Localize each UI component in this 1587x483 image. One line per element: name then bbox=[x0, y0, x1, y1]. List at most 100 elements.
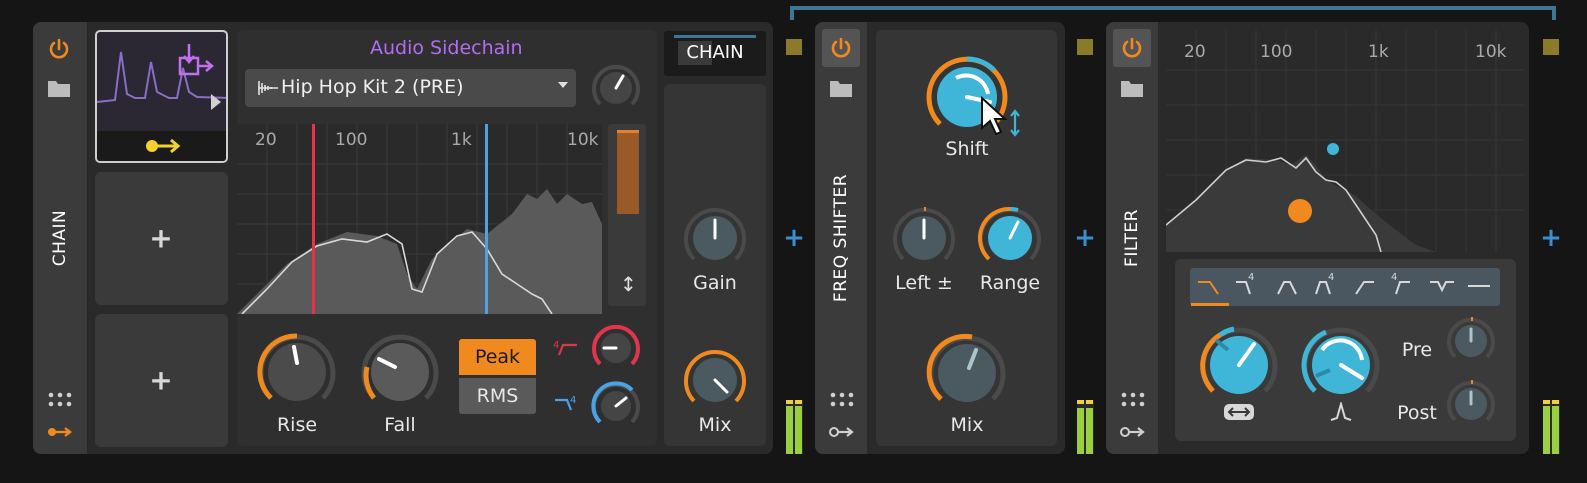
device-status-square bbox=[1543, 39, 1559, 55]
svg-text:4: 4 bbox=[1391, 272, 1397, 283]
mix-label: Mix bbox=[950, 414, 984, 436]
resonance-peak-icon bbox=[1330, 402, 1352, 421]
output-meter bbox=[1543, 400, 1560, 454]
chain-button[interactable]: CHAIN bbox=[664, 31, 766, 76]
freq-label: 100 bbox=[335, 130, 368, 150]
lowpass4-filter-icon[interactable] bbox=[1236, 281, 1251, 295]
range-knob[interactable] bbox=[974, 202, 1046, 274]
vertical-resize-icon[interactable]: ↕ bbox=[620, 272, 637, 296]
rise-knob[interactable] bbox=[252, 327, 342, 417]
chevron-down-icon bbox=[558, 82, 568, 88]
add-icon[interactable]: + bbox=[149, 364, 172, 397]
sidechain-title: Audio Sidechain bbox=[370, 37, 523, 59]
dots-grid-icon[interactable] bbox=[48, 392, 72, 408]
insert-device-icon[interactable]: + bbox=[783, 223, 805, 253]
pre-knob[interactable] bbox=[1443, 313, 1499, 369]
spectrum-graph bbox=[237, 124, 602, 314]
rms-button[interactable]: RMS bbox=[459, 378, 536, 414]
dots-grid-icon[interactable] bbox=[830, 392, 854, 408]
insert-device-icon[interactable]: + bbox=[1540, 223, 1562, 253]
add-icon[interactable]: + bbox=[149, 222, 172, 255]
filter-title: FILTER bbox=[1122, 209, 1142, 267]
peak-button[interactable]: Peak bbox=[459, 339, 536, 375]
folder-icon[interactable] bbox=[1120, 78, 1144, 98]
highpass4-filter-icon[interactable] bbox=[1395, 281, 1410, 295]
input-gain-knob[interactable] bbox=[588, 60, 644, 116]
bandpass-filter-icon[interactable] bbox=[1277, 281, 1297, 295]
folder-icon[interactable] bbox=[829, 78, 853, 98]
filter-type-buttons: 4 4 4 bbox=[1198, 272, 1490, 295]
folder-icon[interactable] bbox=[47, 78, 71, 98]
mix-knob[interactable] bbox=[922, 328, 1012, 418]
svg-text:4: 4 bbox=[553, 340, 559, 351]
lowpass-knob[interactable] bbox=[588, 378, 644, 434]
cutoff-handle[interactable] bbox=[1288, 199, 1312, 223]
modulation-handle[interactable] bbox=[1327, 143, 1339, 155]
pre-label: Pre bbox=[1401, 339, 1433, 361]
sidechain-routing-icon[interactable] bbox=[145, 137, 181, 155]
gain-knob[interactable] bbox=[679, 202, 751, 274]
freq-shifter-title: FREQ SHIFTER bbox=[831, 173, 851, 303]
dots-grid-icon[interactable] bbox=[1121, 392, 1145, 408]
slot-waveform bbox=[97, 44, 226, 110]
highpass-icon: 4 bbox=[553, 340, 577, 356]
lowpass-icon: 4 bbox=[555, 395, 576, 411]
mix-knob[interactable] bbox=[679, 344, 751, 416]
highpass-filter-icon[interactable] bbox=[1355, 281, 1374, 295]
chain-title: CHAIN bbox=[50, 209, 70, 267]
chain-button-label: CHAIN bbox=[686, 42, 744, 63]
lowpass-filter-icon[interactable] bbox=[1198, 281, 1219, 295]
sidechain-level-meter[interactable]: ↕ bbox=[608, 124, 646, 306]
power-icon bbox=[1122, 37, 1142, 58]
left-knob[interactable] bbox=[888, 202, 960, 274]
rise-label: Rise bbox=[276, 414, 318, 436]
svg-text:4: 4 bbox=[1248, 272, 1254, 283]
power-button[interactable] bbox=[822, 29, 860, 67]
fall-label: Fall bbox=[384, 414, 416, 436]
range-label: Range bbox=[979, 272, 1041, 294]
insert-device-icon[interactable]: + bbox=[1074, 223, 1096, 253]
group-bracket bbox=[790, 6, 1556, 20]
filter-spectrum[interactable]: 20 100 1k 10k bbox=[1166, 30, 1524, 252]
output-meter bbox=[786, 400, 803, 454]
filter-graph bbox=[1166, 30, 1524, 252]
device-status-square bbox=[1077, 39, 1093, 55]
svg-text:4: 4 bbox=[570, 395, 576, 406]
post-knob[interactable] bbox=[1443, 376, 1499, 432]
waveform-icon bbox=[258, 81, 278, 95]
notch-filter-icon[interactable] bbox=[1430, 281, 1454, 293]
output-meter bbox=[1077, 400, 1094, 454]
cutoff-knob[interactable] bbox=[1194, 320, 1284, 410]
post-label: Post bbox=[1397, 402, 1437, 424]
stereo-link-icon[interactable] bbox=[1223, 403, 1255, 421]
routing-icon[interactable] bbox=[829, 424, 855, 440]
gain-label: Gain bbox=[693, 272, 737, 294]
left-label: Left ± bbox=[895, 272, 953, 294]
freq-label: 10k bbox=[1475, 42, 1507, 62]
freq-label: 1k bbox=[451, 130, 472, 150]
mix-label: Mix bbox=[698, 414, 732, 436]
power-icon bbox=[831, 37, 851, 58]
freq-label: 20 bbox=[255, 130, 277, 150]
bandpass4-filter-icon[interactable] bbox=[1315, 281, 1331, 295]
resonance-knob[interactable] bbox=[1296, 320, 1386, 410]
mouse-cursor-icon bbox=[981, 96, 1020, 137]
highpass-knob[interactable] bbox=[588, 320, 644, 376]
freq-label: 10k bbox=[567, 130, 599, 150]
sidechain-spectrum[interactable]: 20 100 1k 10k bbox=[237, 124, 602, 314]
freq-label: 100 bbox=[1260, 42, 1293, 62]
power-button[interactable] bbox=[1113, 29, 1151, 67]
high-cut-marker[interactable] bbox=[485, 124, 488, 314]
routing-icon[interactable] bbox=[1120, 424, 1146, 440]
power-icon[interactable] bbox=[47, 37, 71, 61]
fall-knob[interactable] bbox=[355, 327, 445, 417]
source-select-value: Hip Hop Kit 2 (PRE) bbox=[281, 76, 464, 98]
routing-icon[interactable] bbox=[47, 424, 73, 440]
svg-text:4: 4 bbox=[1328, 272, 1334, 283]
low-cut-marker[interactable] bbox=[312, 124, 315, 314]
freq-label: 20 bbox=[1184, 42, 1206, 62]
device-status-square bbox=[786, 39, 802, 55]
shift-label: Shift bbox=[945, 138, 989, 160]
chain-slot-active[interactable] bbox=[95, 30, 228, 163]
source-select[interactable]: Hip Hop Kit 2 (PRE) bbox=[245, 69, 576, 107]
